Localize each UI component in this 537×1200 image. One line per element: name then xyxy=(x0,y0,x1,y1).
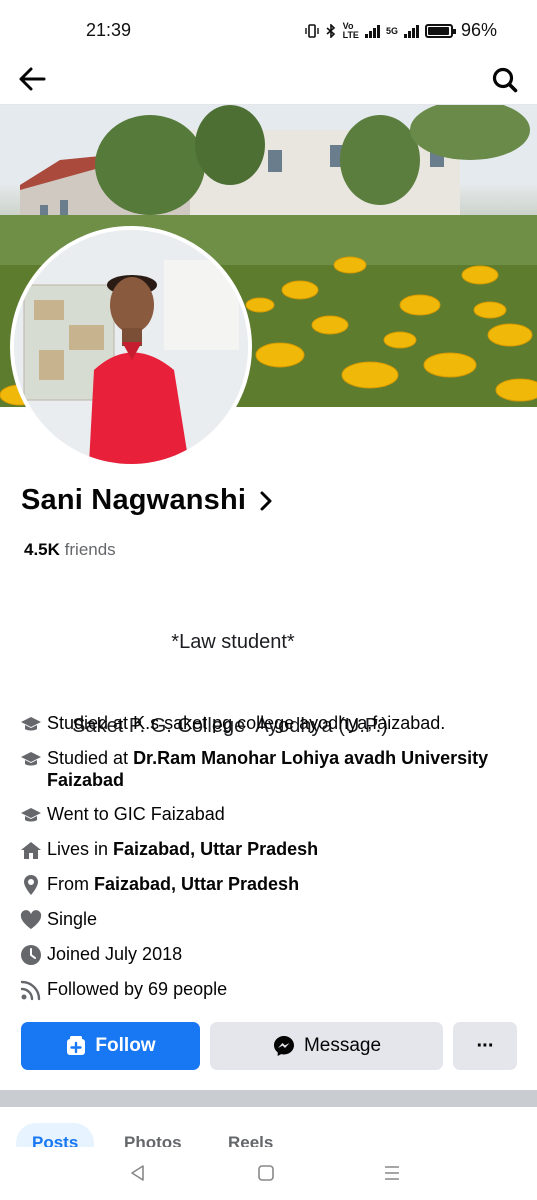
nav-menu-icon[interactable] xyxy=(382,1163,402,1183)
detail-followers[interactable]: Followed by 69 people xyxy=(20,978,520,1001)
home-icon xyxy=(20,839,42,861)
follow-icon xyxy=(67,1036,86,1055)
more-icon: ··· xyxy=(476,1034,495,1057)
tab-posts[interactable]: Posts xyxy=(16,1123,95,1147)
detail-text: Studied at K.s saket pg college ayodhya,… xyxy=(47,713,446,733)
search-button[interactable] xyxy=(487,62,523,98)
status-icons: Vo LTE 5G 96% xyxy=(304,20,497,41)
graduation-cap-icon xyxy=(20,804,42,826)
bio-line-1: *Law student* xyxy=(171,631,295,653)
detail-text: Single xyxy=(47,909,98,929)
battery-percent: 96% xyxy=(460,20,497,40)
battery-icon xyxy=(424,23,456,38)
arrow-left-icon xyxy=(19,67,46,91)
profile-name-row[interactable]: Sani Nagwanshi xyxy=(21,484,274,517)
rss-icon xyxy=(20,979,42,1001)
back-button[interactable] xyxy=(14,62,50,98)
messenger-icon xyxy=(273,1036,294,1056)
detail-education-1[interactable]: Studied at K.s saket pg college ayodhya,… xyxy=(20,712,520,735)
bluetooth-icon xyxy=(326,23,335,38)
nav-back-icon[interactable] xyxy=(128,1163,148,1183)
detail-text: From Faizabad, Uttar Pradesh xyxy=(47,874,300,894)
profile-avatar[interactable] xyxy=(10,226,252,468)
detail-text: Followed by 69 people xyxy=(47,979,228,999)
vibrate-icon xyxy=(304,23,319,38)
tab-reels[interactable]: Reels xyxy=(212,1123,289,1147)
detail-text: Studied at Dr.Ram Manohar Lohiya avadh U… xyxy=(47,748,489,790)
message-label: Message xyxy=(303,1035,382,1056)
heart-icon xyxy=(20,909,42,931)
status-time: 21:39 xyxy=(86,20,132,40)
detail-education-3[interactable]: Went to GIC Faizabad xyxy=(20,803,520,826)
status-bar: 21:39 Vo LTE 5G 96% xyxy=(0,0,537,60)
detail-from[interactable]: From Faizabad, Uttar Pradesh xyxy=(20,873,520,896)
follow-button[interactable]: Follow xyxy=(21,1022,200,1070)
profile-actions: Follow Message ··· xyxy=(21,1022,517,1070)
more-options-button[interactable]: ··· xyxy=(453,1022,517,1070)
nav-home-icon[interactable] xyxy=(256,1163,276,1183)
friends-label: friends xyxy=(64,540,116,559)
friends-count: 4.5K xyxy=(24,540,60,559)
tab-photos[interactable]: Photos xyxy=(108,1123,198,1147)
top-nav-bar xyxy=(0,60,537,105)
chevron-right-icon xyxy=(260,491,272,510)
detail-education-2[interactable]: Studied at Dr.Ram Manohar Lohiya avadh U… xyxy=(20,747,520,791)
detail-text: Joined July 2018 xyxy=(47,944,183,964)
volte-icon: Vo LTE xyxy=(342,20,359,40)
follow-label: Follow xyxy=(95,1035,156,1056)
search-icon xyxy=(492,67,518,93)
network-label: 5G xyxy=(385,25,398,36)
section-divider xyxy=(0,1090,537,1107)
detail-joined[interactable]: Joined July 2018 xyxy=(20,943,520,966)
battery-fill xyxy=(427,26,450,35)
detail-text: Went to GIC Faizabad xyxy=(47,804,225,824)
message-button[interactable]: Message xyxy=(210,1022,443,1070)
detail-relationship[interactable]: Single xyxy=(20,908,520,931)
clock-icon xyxy=(20,944,42,966)
detail-lives-in[interactable]: Lives in Faizabad, Uttar Pradesh xyxy=(20,838,520,861)
avatar-illustration xyxy=(14,230,248,464)
intro-details: Studied at K.s saket pg college ayodhya,… xyxy=(20,712,520,1013)
detail-text: Lives in Faizabad, Uttar Pradesh xyxy=(47,839,319,859)
friends-count-row[interactable]: 4.5K friends xyxy=(24,540,116,560)
graduation-cap-icon xyxy=(20,713,42,735)
system-nav-bar xyxy=(0,1147,537,1200)
location-pin-icon xyxy=(20,874,42,896)
signal-icon-2 xyxy=(403,24,419,38)
graduation-cap-icon xyxy=(20,748,42,770)
profile-name: Sani Nagwanshi xyxy=(21,484,247,516)
signal-icon xyxy=(364,24,380,38)
profile-tabs: Posts Photos Reels xyxy=(0,1107,537,1147)
